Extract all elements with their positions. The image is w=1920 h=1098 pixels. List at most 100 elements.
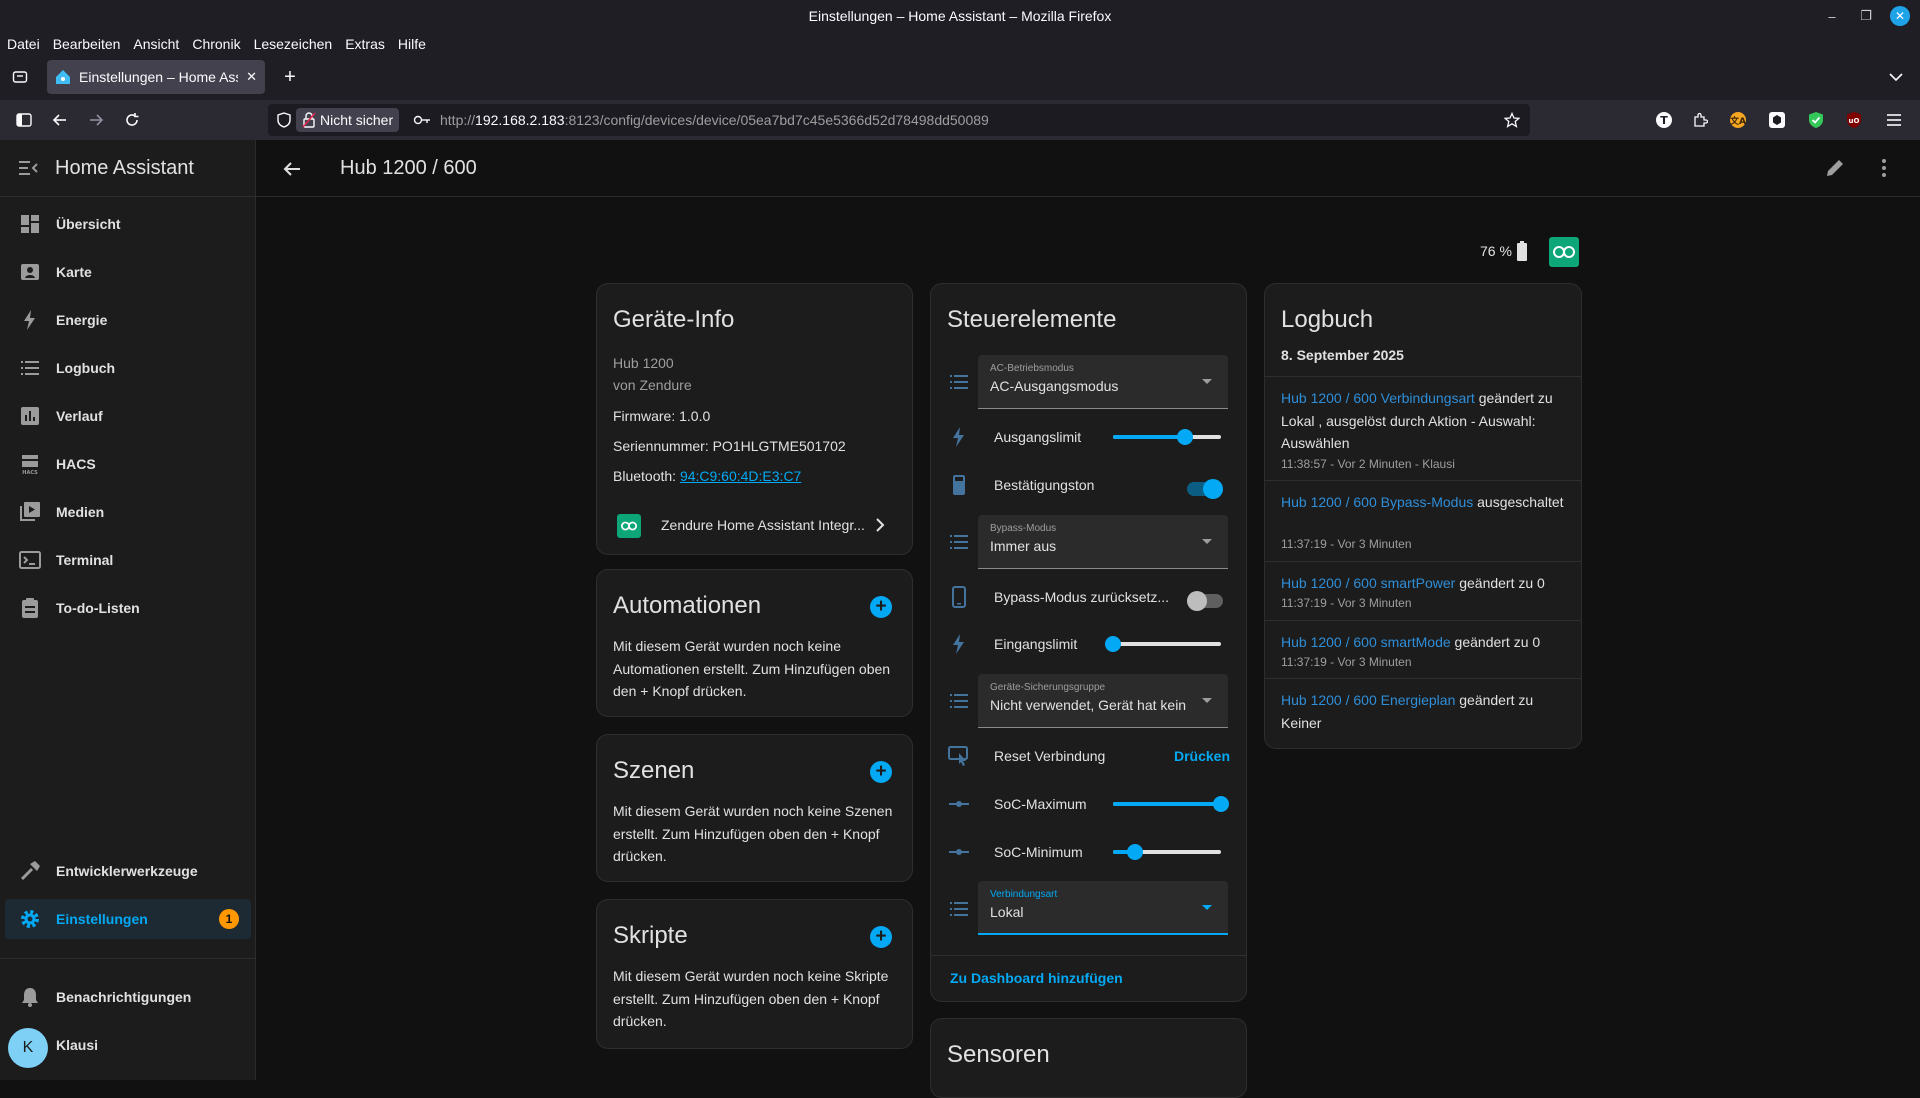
sidebar-item-label: Entwicklerwerkzeuge <box>56 863 198 879</box>
confirm-tone-toggle[interactable] <box>1187 479 1223 499</box>
press-button[interactable]: Drücken <box>1174 748 1230 764</box>
logbook-entity-link[interactable]: Hub 1200 / 600 smartPower <box>1281 575 1455 591</box>
list-item: Hub 1200 / 600 smartPower geändert zu 0 … <box>1265 561 1581 620</box>
key-icon[interactable] <box>410 108 434 132</box>
sidebar-item-medien[interactable]: Medien <box>5 492 251 532</box>
not-secure-badge[interactable]: Nicht sicher <box>296 108 400 132</box>
url-bar[interactable]: Nicht sicher http://192.168.2.183:8123/c… <box>268 104 1530 136</box>
reload-icon[interactable] <box>120 108 144 132</box>
menu-collapse-icon[interactable] <box>16 156 40 180</box>
soc-max-slider[interactable] <box>1113 796 1229 812</box>
add-scene-button[interactable]: + <box>870 761 892 783</box>
sidebar-item-label: HACS <box>56 456 96 472</box>
menu-bearbeiten[interactable]: Bearbeiten <box>53 36 121 52</box>
sidebar-item-energie[interactable]: Energie <box>5 300 251 340</box>
pencil-icon[interactable] <box>1823 156 1847 180</box>
back-arrow-icon[interactable] <box>280 157 304 181</box>
battery-level: 76 % <box>1480 243 1512 259</box>
more-vertical-icon[interactable] <box>1872 156 1896 180</box>
gesture-tap-icon <box>947 744 971 768</box>
input-limit-label: Eingangslimit <box>994 636 1078 652</box>
logbook-message: geändert zu 0 <box>1455 575 1545 591</box>
input-limit-slider[interactable] <box>1105 636 1221 652</box>
add-script-button[interactable]: + <box>870 926 892 948</box>
logbook-entity-link[interactable]: Hub 1200 / 600 Verbindungsart <box>1281 390 1475 406</box>
extension-shield-icon[interactable] <box>1804 108 1828 132</box>
slider-thumb[interactable] <box>1213 796 1229 812</box>
tab-settings[interactable]: Einstellungen – Home Assist ✕ <box>47 60 265 94</box>
sensors-title: Sensoren <box>947 1041 1050 1068</box>
list-all-tabs-icon[interactable] <box>1884 65 1908 89</box>
logbook-entry-text: Hub 1200 / 600 Bypass-Modus ausgeschalte… <box>1281 491 1571 514</box>
sidebar-item-logbuch[interactable]: Logbuch <box>5 348 251 388</box>
bookmark-star-icon[interactable] <box>1500 108 1524 132</box>
logbook-time: 11:37:19 - Vor 3 Minuten <box>1281 596 1412 610</box>
sidebar-item-settings[interactable]: Einstellungen 1 <box>5 899 251 939</box>
sidebar-item-karte[interactable]: Karte <box>5 252 251 292</box>
lightning-icon <box>947 632 971 656</box>
menu-hilfe[interactable]: Hilfe <box>398 36 426 52</box>
integration-link[interactable]: Zendure Home Assistant Integr... <box>597 502 912 550</box>
sidebar-item-label: Benachrichtigungen <box>56 989 192 1005</box>
logbook-entity-link[interactable]: Hub 1200 / 600 smartMode <box>1281 634 1451 650</box>
ha-sidebar: Home Assistant Übersicht Karte Energie L… <box>0 140 256 1080</box>
slider-thumb[interactable] <box>1177 429 1194 445</box>
sidebar-item-verlauf[interactable]: Verlauf <box>5 396 251 436</box>
extensions-puzzle-icon[interactable] <box>1688 108 1712 132</box>
close-tab-icon[interactable]: ✕ <box>246 69 257 85</box>
page-title: Hub 1200 / 600 <box>340 157 477 179</box>
bypass-mode-select[interactable]: Bypass-Modus Immer aus <box>978 515 1228 569</box>
navigation-toolbar: Nicht sicher http://192.168.2.183:8123/c… <box>0 100 1920 140</box>
menu-datei[interactable]: Datei <box>7 36 40 52</box>
add-automation-button[interactable]: + <box>870 596 892 618</box>
tracking-shield-icon[interactable] <box>272 108 296 132</box>
output-limit-slider[interactable] <box>1113 429 1221 445</box>
sidebar-item-developer-tools[interactable]: Entwicklerwerkzeuge <box>5 851 251 891</box>
menu-lesezeichen[interactable]: Lesezeichen <box>254 36 333 52</box>
maximize-icon[interactable]: ❐ <box>1856 6 1876 26</box>
menu-chronik[interactable]: Chronik <box>192 36 240 52</box>
sidebar-item-notifications[interactable]: Benachrichtigungen <box>5 977 251 1017</box>
device-model: Hub 1200 <box>613 355 674 371</box>
menu-extras[interactable]: Extras <box>345 36 385 52</box>
ublock-origin-icon[interactable]: uO <box>1842 108 1866 132</box>
avatar[interactable]: K <box>8 1028 48 1068</box>
ac-mode-select[interactable]: AC-Betriebsmodus AC-Ausgangsmodus <box>978 355 1228 409</box>
sensors-card: Sensoren <box>930 1018 1247 1098</box>
window-controls: – ❐ ✕ <box>1822 6 1910 26</box>
logbook-entity-link[interactable]: Hub 1200 / 600 Bypass-Modus <box>1281 494 1473 510</box>
automations-card: Automationen + Mit diesem Gerät wurden n… <box>596 569 913 717</box>
tab-overview-icon[interactable] <box>8 65 32 89</box>
sidebar-item-hacs[interactable]: HACS HACS <box>5 444 251 484</box>
backup-group-label: Geräte-Sicherungsgruppe <box>990 682 1106 693</box>
sidebar-item-label: To-do-Listen <box>56 600 140 616</box>
extension-t-icon[interactable]: T <box>1652 108 1676 132</box>
new-tab-icon[interactable]: + <box>278 65 302 89</box>
extension-hexagon-icon[interactable] <box>1765 108 1789 132</box>
list-icon <box>18 356 42 380</box>
slider-thumb[interactable] <box>1105 636 1121 652</box>
logbook-entity-link[interactable]: Hub 1200 / 600 Energieplan <box>1281 692 1455 708</box>
sidebar-item-terminal[interactable]: Terminal <box>5 540 251 580</box>
sidebar-item-todo[interactable]: To-do-Listen <box>5 588 251 628</box>
bluetooth-address-link[interactable]: 94:C9:60:4D:E3:C7 <box>680 468 801 484</box>
soc-min-slider[interactable] <box>1113 844 1221 860</box>
sidebar-toggle-icon[interactable] <box>12 108 36 132</box>
close-window-icon[interactable]: ✕ <box>1890 6 1910 26</box>
back-icon[interactable] <box>48 108 72 132</box>
extension-translate-icon[interactable]: 文A <box>1726 108 1750 132</box>
menu-ansicht[interactable]: Ansicht <box>133 36 179 52</box>
forward-icon[interactable] <box>84 108 108 132</box>
slider-thumb[interactable] <box>1126 844 1143 860</box>
hamburger-menu-icon[interactable] <box>1882 108 1906 132</box>
minimize-icon[interactable]: – <box>1822 6 1842 26</box>
svg-text:uO: uO <box>1849 117 1860 125</box>
backup-group-select[interactable]: Geräte-Sicherungsgruppe Nicht verwendet,… <box>978 674 1228 728</box>
sidebar-item-uebersicht[interactable]: Übersicht <box>5 204 251 244</box>
window-titlebar: Einstellungen – Home Assistant – Mozilla… <box>0 0 1920 32</box>
bell-icon <box>18 985 42 1009</box>
connection-type-select[interactable]: Verbindungsart Lokal <box>978 881 1228 935</box>
logbook-time: 11:38:57 - Vor 2 Minuten - Klausi <box>1281 457 1455 471</box>
bypass-reset-toggle[interactable] <box>1187 591 1223 611</box>
add-to-dashboard-button[interactable]: Zu Dashboard hinzufügen <box>950 970 1123 986</box>
